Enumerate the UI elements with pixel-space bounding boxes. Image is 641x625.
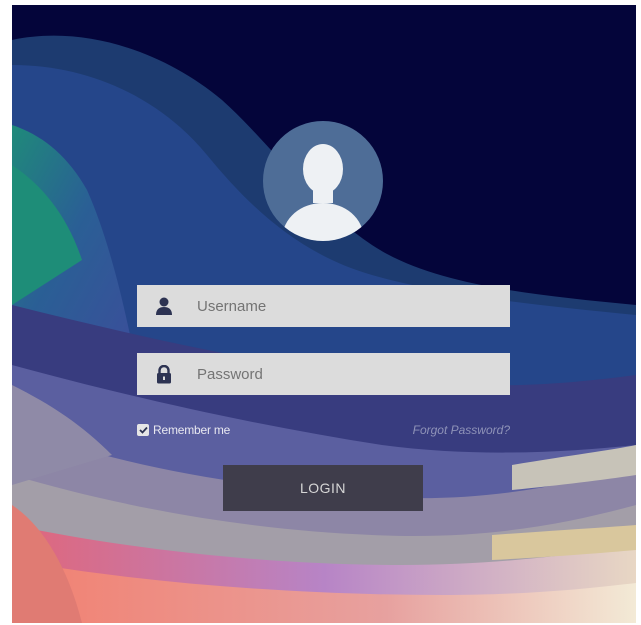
remember-me[interactable]: Remember me	[137, 423, 230, 437]
user-silhouette-icon	[281, 144, 365, 241]
checkmark-icon	[138, 426, 148, 434]
forgot-password-link[interactable]: Forgot Password?	[413, 423, 510, 437]
remember-label: Remember me	[153, 423, 231, 437]
password-input[interactable]	[191, 359, 497, 389]
login-button[interactable]: LOGIN	[223, 465, 423, 511]
lock-icon	[137, 353, 191, 395]
user-icon	[137, 285, 191, 327]
password-field	[137, 353, 510, 395]
remember-checkbox[interactable]	[137, 424, 149, 436]
login-screen: Remember me Forgot Password? LOGIN	[12, 5, 636, 623]
username-field	[137, 285, 510, 327]
username-input[interactable]	[191, 291, 497, 321]
user-avatar	[263, 121, 383, 241]
